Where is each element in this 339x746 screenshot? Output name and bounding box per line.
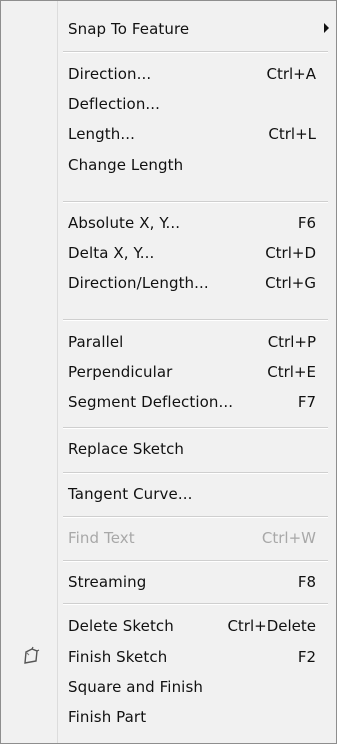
menu-item-label: Finish Part: [68, 708, 147, 726]
menu-item-shortcut: F7: [297, 393, 316, 411]
menu-item-shortcut: F8: [297, 573, 316, 591]
menu-item-delete-sketch[interactable]: Delete Sketch Ctrl+Delete: [1, 610, 336, 640]
submenu-arrow-icon: [324, 23, 329, 33]
menu-item-shortcut: Ctrl+E: [267, 363, 316, 381]
menu-separator: [63, 516, 328, 518]
menu-item-shortcut: Ctrl+L: [268, 125, 316, 143]
menu-item-label: Delta X, Y...: [68, 244, 155, 262]
menu-item-direction[interactable]: Direction... Ctrl+A: [1, 58, 336, 88]
menu-item-snap-to-feature[interactable]: Snap To Feature: [1, 13, 336, 43]
menu-item-label: Segment Deflection...: [68, 393, 234, 411]
menu-item-label: Tangent Curve...: [68, 485, 193, 503]
menu-separator: [63, 51, 328, 53]
menu-item-label: Deflection...: [68, 95, 161, 113]
menu-item-deflection[interactable]: Deflection...: [1, 88, 336, 118]
menu-item-shortcut: Ctrl+A: [266, 65, 316, 83]
menu-item-square-and-finish[interactable]: Square and Finish: [1, 671, 336, 701]
menu-item-tangent-curve[interactable]: Tangent Curve...: [1, 478, 336, 508]
menu-item-label: Streaming: [68, 573, 147, 591]
menu-item-shortcut: Ctrl+D: [265, 244, 316, 262]
menu-item-length[interactable]: Length... Ctrl+L: [1, 118, 336, 148]
menu-item-label: Snap To Feature: [68, 20, 190, 38]
menu-separator: [63, 603, 328, 605]
menu-item-label: Length...: [68, 125, 135, 143]
menu-item-finish-part[interactable]: Finish Part: [1, 701, 336, 731]
menu-item-shortcut: Ctrl+P: [267, 333, 316, 351]
menu-item-label: Finish Sketch: [68, 648, 168, 666]
menu-item-find-text: Find Text Ctrl+W: [1, 522, 336, 552]
menu-item-label: Direction...: [68, 65, 152, 83]
menu-separator: [63, 427, 328, 429]
menu-item-shortcut: F2: [297, 648, 316, 666]
context-menu: Snap To Feature Direction... Ctrl+A Defl…: [0, 0, 337, 744]
menu-separator: [63, 472, 328, 474]
menu-item-label: Parallel: [68, 333, 124, 351]
menu-item-delta-xy[interactable]: Delta X, Y... Ctrl+D: [1, 237, 336, 267]
menu-item-change-length[interactable]: Change Length: [1, 149, 336, 179]
menu-item-shortcut: Ctrl+G: [265, 274, 316, 292]
menu-item-label: Square and Finish: [68, 678, 203, 696]
menu-separator: [63, 319, 328, 321]
menu-item-direction-length[interactable]: Direction/Length... Ctrl+G: [1, 267, 336, 297]
menu-item-replace-sketch[interactable]: Replace Sketch: [1, 433, 336, 463]
finish-sketch-icon: [24, 646, 40, 664]
menu-item-label: Direction/Length...: [68, 274, 209, 292]
menu-item-parallel[interactable]: Parallel Ctrl+P: [1, 326, 336, 356]
menu-item-absolute-xy[interactable]: Absolute X, Y... F6: [1, 207, 336, 237]
menu-item-segment-deflection[interactable]: Segment Deflection... F7: [1, 386, 336, 416]
menu-item-shortcut: F6: [297, 214, 316, 232]
menu-item-streaming[interactable]: Streaming F8: [1, 566, 336, 596]
menu-item-label: Change Length: [68, 156, 184, 174]
menu-item-perpendicular[interactable]: Perpendicular Ctrl+E: [1, 356, 336, 386]
menu-item-label: Find Text: [68, 529, 135, 547]
menu-item-label: Replace Sketch: [68, 440, 185, 458]
menu-item-shortcut: Ctrl+W: [261, 529, 316, 547]
menu-item-finish-sketch[interactable]: Finish Sketch F2: [1, 641, 336, 671]
menu-separator: [63, 201, 328, 203]
menu-item-label: Perpendicular: [68, 363, 173, 381]
menu-item-label: Delete Sketch: [68, 617, 174, 635]
menu-separator: [63, 560, 328, 562]
menu-item-label: Absolute X, Y...: [68, 214, 181, 232]
menu-item-shortcut: Ctrl+Delete: [227, 617, 316, 635]
